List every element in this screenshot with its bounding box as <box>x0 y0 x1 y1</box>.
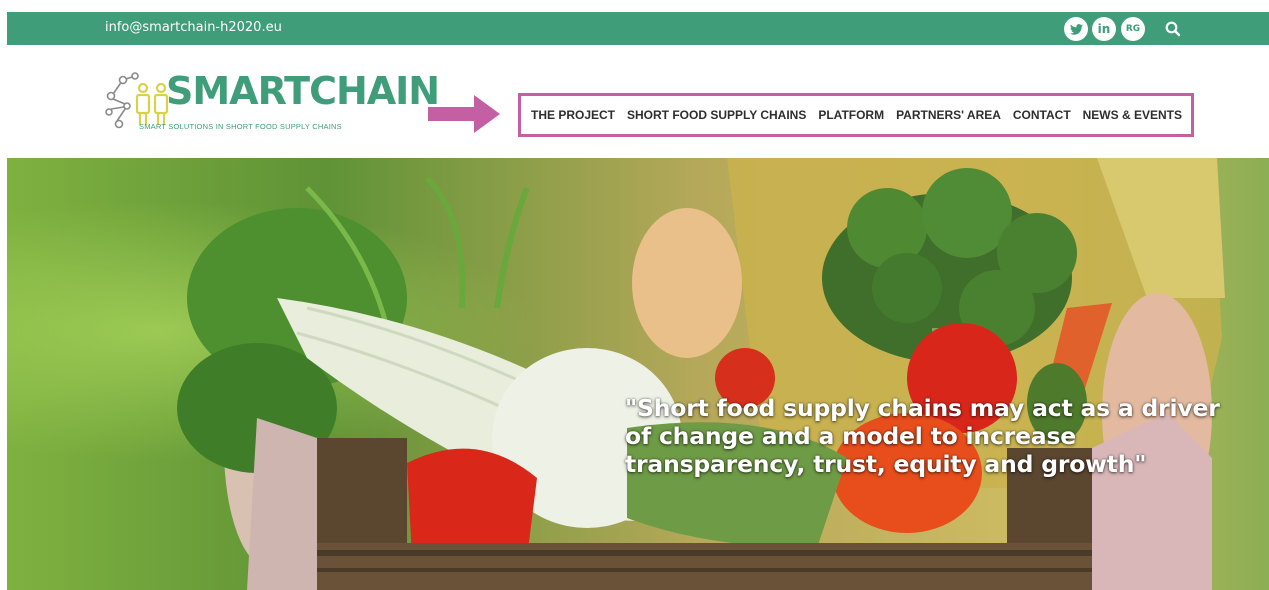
researchgate-icon[interactable]: RG <box>1121 17 1145 41</box>
nav-item-platform[interactable]: PLATFORM <box>818 108 884 122</box>
hero-banner: "Short food supply chains may act as a d… <box>7 158 1269 590</box>
top-bar: info@smartchain-h2020.eu in RG <box>7 12 1269 45</box>
nav-item-the-project[interactable]: THE PROJECT <box>531 108 615 122</box>
logo-tagline: SMART SOLUTIONS IN SHORT FOOD SUPPLY CHA… <box>139 122 342 131</box>
email-link[interactable]: info@smartchain-h2020.eu <box>105 20 282 35</box>
nav-item-news-events[interactable]: NEWS & EVENTS <box>1083 108 1182 122</box>
linkedin-icon[interactable]: in <box>1092 17 1116 41</box>
logo-wordmark: SMARTCHAIN <box>166 69 440 113</box>
nav-item-short-food-supply-chains[interactable]: SHORT FOOD SUPPLY CHAINS <box>627 108 806 122</box>
main-navigation: THE PROJECT SHORT FOOD SUPPLY CHAINS PLA… <box>518 93 1194 137</box>
nav-item-contact[interactable]: CONTACT <box>1013 108 1071 122</box>
hero-vegetables-image <box>7 158 1269 590</box>
arrow-right-icon <box>428 95 500 133</box>
nav-item-partners-area[interactable]: PARTNERS' AREA <box>896 108 1001 122</box>
twitter-icon[interactable] <box>1064 17 1088 41</box>
search-icon[interactable] <box>1164 20 1182 38</box>
hero-quote: "Short food supply chains may act as a d… <box>625 394 1220 478</box>
smartchain-logo[interactable]: SMARTCHAIN SMART SOLUTIONS IN SHORT FOOD… <box>103 70 440 136</box>
